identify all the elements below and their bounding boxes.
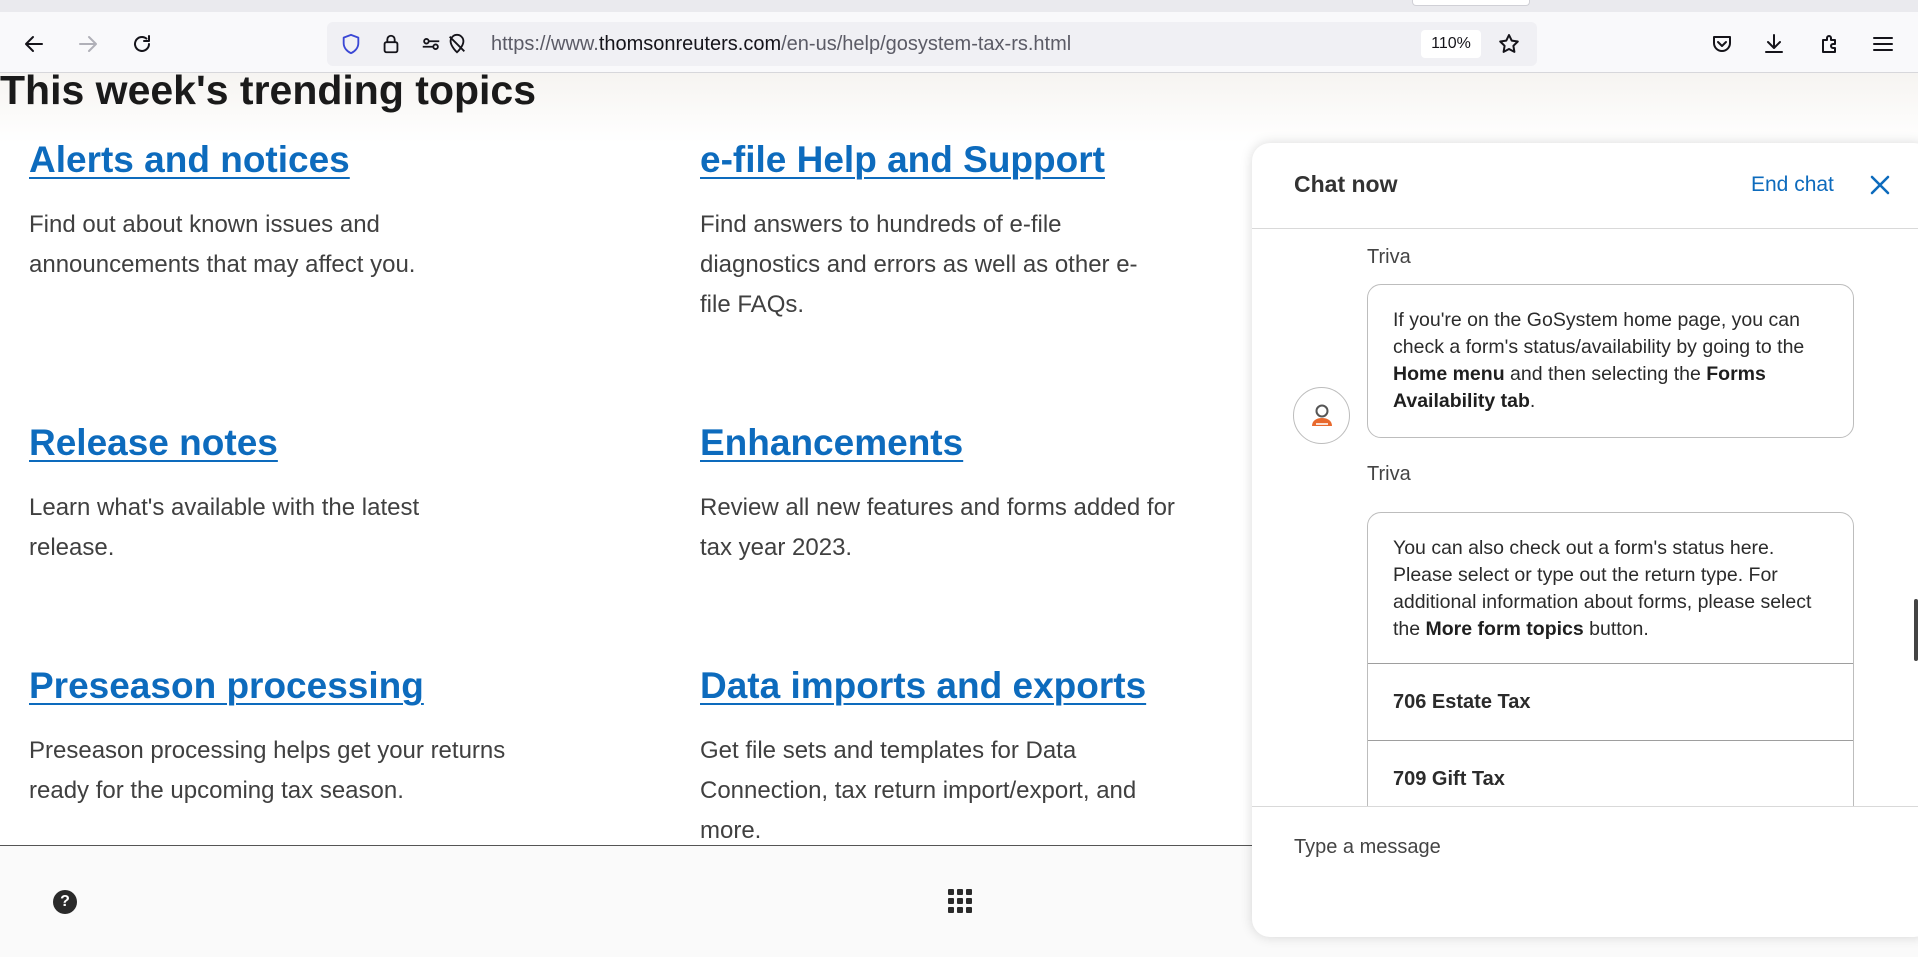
help-question-icon[interactable]: ? [53,890,77,914]
reload-button[interactable] [126,28,158,60]
chat-input-area [1252,806,1918,937]
forward-button[interactable] [72,28,104,60]
topic-card: e-file Help and Support Find answers to … [700,139,1220,325]
tracking-protection-shield-icon[interactable] [339,32,363,56]
chat-widget: Chat now End chat Triva If you're on the… [1252,143,1918,937]
tab-strip [0,0,1918,12]
topic-card: Release notes Learn what's available wit… [29,422,549,568]
pocket-button[interactable] [1706,28,1738,60]
forward-arrow-icon [79,36,97,52]
message-sender: Triva [1367,246,1411,268]
address-bar[interactable]: https://www.thomsonreuters.com/en-us/hel… [327,22,1537,66]
url-text[interactable]: https://www.thomsonreuters.com/en-us/hel… [491,33,1071,56]
apps-grid-icon[interactable] [948,889,972,913]
topic-card: Data imports and exports Get file sets a… [700,665,1220,851]
chat-message-options-card: You can also check out a form's status h… [1367,512,1854,806]
topic-link-e-file-help[interactable]: e-file Help and Support [700,139,1105,181]
agent-avatar-icon [1311,404,1332,426]
hamburger-menu-icon [1873,37,1893,51]
end-chat-button[interactable]: End chat [1751,173,1834,197]
permissions-icon[interactable] [419,32,443,56]
app-menu-button[interactable] [1867,28,1899,60]
topic-card: Enhancements Review all new features and… [700,422,1220,568]
topic-link-preseason-processing[interactable]: Preseason processing [29,665,424,707]
bot-avatar [1293,387,1350,444]
url-host: thomsonreuters.com [598,33,782,55]
chat-scrollbar[interactable] [1914,599,1918,661]
chat-message-bubble: If you're on the GoSystem home page, you… [1367,284,1854,438]
chat-messages[interactable]: Triva If you're on the GoSystem home pag… [1252,229,1918,806]
url-path: /en-us/help/gosystem-tax-rs.html [781,33,1072,55]
url-prefix: https://www. [491,33,599,55]
reload-icon [134,35,150,52]
section-title: This week's trending topics [0,73,537,113]
puzzle-piece-icon [1822,35,1836,53]
message-input[interactable] [1294,831,1854,863]
option-button-709-gift-tax[interactable]: 709 Gift Tax [1368,740,1853,806]
download-icon [1765,34,1783,53]
back-arrow-icon [25,36,43,52]
topic-description: Find out about known issues and announce… [29,211,416,278]
topic-description: Review all new features and forms added … [700,494,1175,561]
zoom-level-button[interactable]: 110% [1421,30,1481,58]
topic-link-alerts-and-notices[interactable]: Alerts and notices [29,139,350,181]
topic-link-data-imports-and-exports[interactable]: Data imports and exports [700,665,1146,707]
active-tab[interactable] [1412,0,1530,6]
back-button[interactable] [18,28,50,60]
lock-icon[interactable] [379,32,403,56]
downloads-button[interactable] [1758,28,1790,60]
close-icon[interactable] [1866,171,1894,199]
topic-description: Preseason processing helps get your retu… [29,737,506,804]
topic-card: Alerts and notices Find out about known … [29,139,549,285]
location-blocked-icon[interactable] [445,32,469,56]
topic-description: Find answers to hundreds of e-file diagn… [700,211,1138,318]
topic-link-release-notes[interactable]: Release notes [29,422,278,464]
topic-card: Preseason processing Preseason processin… [29,665,549,811]
chat-title: Chat now [1294,171,1398,197]
topic-description: Get file sets and templates for Data Con… [700,737,1137,844]
extensions-button[interactable] [1814,28,1846,60]
pocket-icon [1713,36,1731,52]
bookmark-star-icon[interactable] [1497,32,1521,56]
topic-link-enhancements[interactable]: Enhancements [700,422,963,464]
topic-description: Learn what's available with the latest r… [29,494,420,561]
browser-toolbar: https://www.thomsonreuters.com/en-us/hel… [0,12,1918,73]
message-sender: Triva [1367,463,1411,485]
chat-message-text: You can also check out a form's status h… [1393,537,1812,640]
option-button-706-estate-tax[interactable]: 706 Estate Tax [1368,663,1853,740]
chat-header: Chat now End chat [1252,143,1918,229]
